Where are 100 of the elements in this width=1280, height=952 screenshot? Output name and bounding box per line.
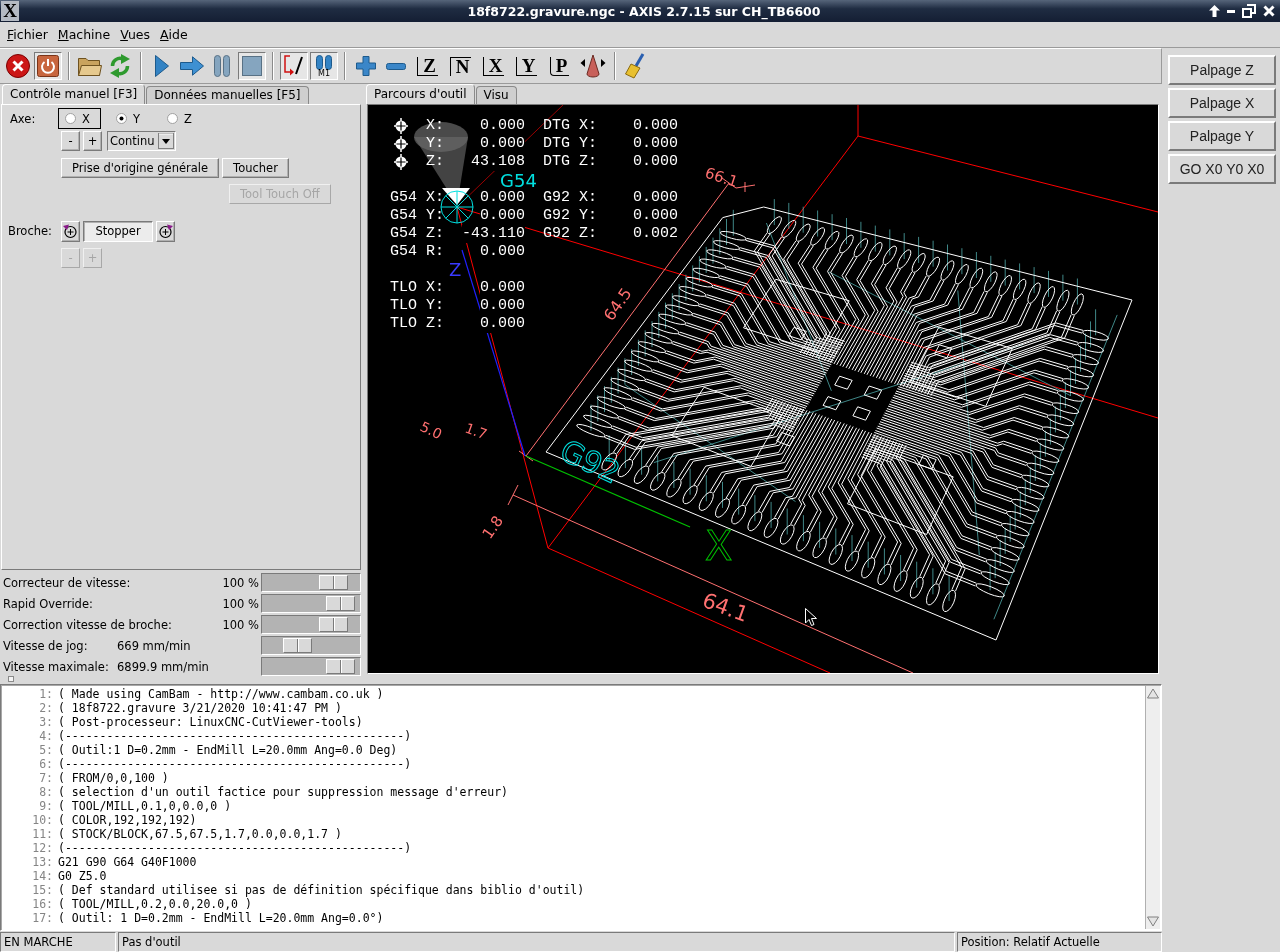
slider-thumb[interactable] [282, 638, 312, 653]
jog-plus-button[interactable]: + [83, 130, 102, 151]
spindle-stop-button[interactable]: Stopper [83, 220, 153, 242]
dimension-label: 1.7 [462, 419, 490, 443]
dro-label: G92 X: [543, 189, 597, 207]
line-number: 11: [31, 827, 53, 841]
code-line: G0 Z5.0 [58, 869, 107, 883]
view-button[interactable]: P [544, 52, 575, 80]
radio-button[interactable] [116, 113, 127, 124]
increment-dropdown[interactable]: Continu [107, 130, 176, 151]
slider-value: 100 % [221, 617, 259, 632]
refresh-icon [109, 54, 131, 78]
maximize-button[interactable] [1242, 4, 1256, 18]
block-delete-button[interactable] [280, 52, 308, 80]
slider-value: 669 mm/min [117, 638, 192, 653]
close-button[interactable] [1263, 5, 1275, 17]
slider-value: 100 % [221, 596, 259, 611]
tab[interactable]: Contrôle manuel [F3] [2, 84, 146, 104]
view-button[interactable]: Z [412, 52, 443, 80]
dimension-label: 1.8 [478, 512, 507, 543]
code-line: ( Post-processeur: LinuxCNC-CutViewer-tools) [58, 715, 363, 729]
dro-value: 0.000 [480, 315, 525, 333]
slider-track[interactable] [261, 594, 361, 613]
slider-label: Vitesse de jog: [2, 638, 89, 653]
power-icon [37, 55, 59, 77]
menu-item[interactable]: Aide [155, 27, 193, 42]
dro-label: G92 Z: [543, 225, 597, 243]
close-icon [1263, 5, 1275, 17]
dro-value: 43.108 [471, 153, 525, 171]
code-line: ( TOOL/MILL,0.2,0.0,20.0,0 ) [58, 897, 252, 911]
axis-option[interactable]: Z [160, 108, 203, 129]
menu-item[interactable]: Fichier [2, 27, 53, 42]
action-button[interactable]: Prise d'origine générale [61, 157, 220, 178]
block-delete-icon [283, 55, 305, 77]
probe-button[interactable]: Palpage Y [1168, 121, 1276, 151]
minimize-button[interactable] [1227, 9, 1235, 13]
view-button[interactable]: N [445, 52, 476, 80]
slider-thumb[interactable] [325, 659, 355, 674]
axis-option[interactable]: Y [109, 108, 152, 129]
dro-label: Y: [426, 135, 444, 153]
dro-value: 0.000 [480, 135, 525, 153]
slider-track[interactable] [261, 657, 361, 676]
line-number: 5: [38, 743, 53, 757]
tab[interactable]: Parcours d'outil [366, 84, 475, 104]
line-number: 12: [31, 841, 53, 855]
field-label: Axe: [9, 111, 37, 126]
jog-minus-button[interactable]: - [61, 130, 80, 151]
axis-option[interactable]: X [58, 108, 101, 129]
slider-track[interactable] [261, 636, 361, 655]
probe-button[interactable]: GO X0 Y0 X0 [1168, 154, 1276, 184]
radio-button[interactable] [167, 113, 178, 124]
spindle-reverse-button[interactable] [61, 220, 80, 242]
menu-item[interactable]: Machine [52, 27, 116, 42]
shade-button[interactable] [1209, 5, 1220, 17]
menu-item[interactable]: Vues [115, 27, 156, 42]
slider-thumb[interactable] [318, 575, 348, 590]
line-number: 6: [38, 757, 53, 771]
play-icon [155, 55, 169, 77]
slider-track[interactable] [261, 573, 361, 592]
slider-track[interactable] [261, 615, 361, 634]
code-line: (-------------------------------------------------) [58, 841, 412, 855]
gcode-text-area[interactable] [0, 684, 1162, 931]
tab[interactable]: Données manuelles [F5] [146, 86, 309, 104]
slider-value: 6899.9 mm/min [117, 659, 210, 674]
optional-stop-button[interactable]: M1 [310, 52, 338, 80]
broom-icon [625, 53, 647, 79]
code-line: ( Outil: 1 D=0.2mm - EndMill L=20.0mm Ang=0.0°) [58, 911, 384, 925]
slider-thumb[interactable] [325, 596, 355, 611]
slider-label: Vitesse maximale: [2, 659, 110, 674]
dro-label: Z: [426, 153, 444, 171]
app-logo: X [1, 1, 19, 21]
estop-button[interactable] [4, 52, 32, 80]
power-button[interactable] [34, 52, 62, 80]
dro-label: DTG X: [543, 117, 597, 135]
tab[interactable]: Visu [475, 86, 517, 104]
status-field: EN MARCHE [0, 932, 116, 952]
radio-button[interactable] [65, 113, 76, 124]
probe-button[interactable]: Palpage X [1168, 88, 1276, 118]
view-button[interactable]: Y [511, 52, 542, 80]
spindle-forward-button[interactable] [156, 220, 175, 242]
folder-icon [78, 56, 102, 76]
dro-label: DTG Y: [543, 135, 597, 153]
action-button[interactable]: Toucher [222, 157, 289, 178]
line-number: 10: [31, 813, 53, 827]
arrow-up-icon [1209, 5, 1220, 17]
arrow-up-icon [1147, 688, 1159, 699]
probe-button[interactable]: Palpage Z [1168, 55, 1276, 85]
scrollbar[interactable] [1145, 686, 1160, 929]
line-number: 17: [31, 911, 53, 925]
line-number: 4: [38, 729, 53, 743]
plus-icon [356, 56, 376, 76]
dro-label: G92 Y: [543, 207, 597, 225]
bars-icon [316, 54, 332, 70]
view-button[interactable]: X [478, 52, 509, 80]
line-number: 14: [31, 869, 53, 883]
caret-down-icon [158, 132, 174, 149]
status-field: Pas d'outil [118, 932, 955, 952]
minimize-icon [1227, 9, 1235, 13]
dro-value: 0.000 [480, 297, 525, 315]
slider-thumb[interactable] [318, 617, 348, 632]
